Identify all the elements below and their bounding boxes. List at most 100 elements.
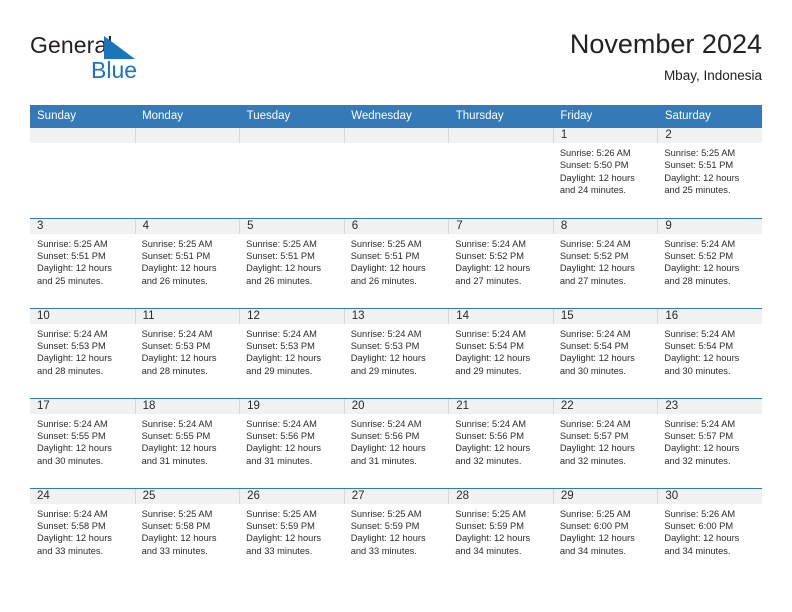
daylight-text-line2: and 28 minutes. — [141, 365, 208, 376]
day-number: 14 — [448, 308, 553, 324]
day-cell[interactable]: 19 Sunrise: 5:24 AM Sunset: 5:56 PM Dayligh… — [239, 397, 344, 488]
day-cell[interactable]: 3 Sunrise: 5:25 AM Sunset: 5:51 PM Daylight… — [30, 217, 135, 308]
sunrise-text: Sunrise: 5:25 AM — [141, 238, 213, 249]
sunset-text: Sunset: 5:51 PM — [141, 250, 211, 261]
day-cell[interactable]: 5 Sunrise: 5:25 AM Sunset: 5:51 PM Daylight… — [239, 217, 344, 308]
daylight-text-line2: and 26 minutes. — [246, 275, 313, 286]
day-details: Sunrise: 5:24 AM Sunset: 5:57 PM Daylight:… — [553, 414, 658, 468]
day-cell[interactable]: 11 Sunrise: 5:24 AM Sunset: 5:53 PM Dayligh… — [134, 307, 240, 398]
day-cell-empty — [343, 128, 449, 218]
day-number: 20 — [343, 398, 449, 414]
day-cell[interactable]: 10 Sunrise: 5:24 AM Sunset: 5:53 PM Dayligh… — [30, 307, 135, 398]
day-cell[interactable]: 18 Sunrise: 5:24 AM Sunset: 5:55 PM Dayligh… — [134, 397, 240, 488]
daylight-text-line2: and 34 minutes. — [455, 545, 522, 556]
day-number: 5 — [239, 218, 344, 234]
calendar-header-row: Sunday Monday Tuesday Wednesday Thursday… — [30, 105, 762, 128]
daylight-text-line2: and 33 minutes. — [246, 545, 313, 556]
sunset-text: Sunset: 5:53 PM — [141, 340, 211, 351]
weekday-header-tuesday: Tuesday — [239, 105, 345, 128]
daylight-text-line1: Daylight: 12 hours — [141, 533, 217, 544]
day-details: Sunrise: 5:25 AM Sunset: 5:51 PM Daylight:… — [657, 143, 762, 197]
day-details: Sunrise: 5:24 AM Sunset: 5:56 PM Daylight:… — [344, 414, 449, 468]
day-cell[interactable]: 28 Sunrise: 5:25 AM Sunset: 5:59 PM Dayligh… — [448, 487, 553, 578]
day-cell[interactable]: 8 Sunrise: 5:24 AM Sunset: 5:52 PM Daylight… — [552, 217, 658, 308]
sunrise-text: Sunrise: 5:24 AM — [664, 418, 736, 429]
day-number: 18 — [134, 398, 240, 414]
sunset-text: Sunset: 5:59 PM — [246, 520, 315, 531]
day-cell[interactable]: 27 Sunrise: 5:25 AM Sunset: 5:59 PM Dayligh… — [343, 487, 449, 578]
day-cell[interactable]: 7 Sunrise: 5:24 AM Sunset: 5:52 PM Daylight… — [448, 217, 553, 308]
day-cell[interactable]: 12 Sunrise: 5:24 AM Sunset: 5:53 PM Dayligh… — [239, 307, 344, 398]
daylight-text-line2: and 32 minutes. — [455, 455, 522, 466]
sunrise-text: Sunrise: 5:25 AM — [246, 508, 317, 519]
day-cell[interactable]: 4 Sunrise: 5:25 AM Sunset: 5:51 PM Daylight… — [134, 217, 240, 308]
day-cell[interactable]: 16 Sunrise: 5:24 AM Sunset: 5:54 PM Dayligh… — [657, 307, 762, 398]
day-cell[interactable]: 24 Sunrise: 5:24 AM Sunset: 5:58 PM Dayligh… — [30, 487, 135, 578]
daylight-text-line2: and 32 minutes. — [664, 455, 731, 466]
day-cell[interactable]: 13 Sunrise: 5:24 AM Sunset: 5:53 PM Dayligh… — [343, 307, 449, 398]
daylight-text-line2: and 34 minutes. — [664, 545, 731, 556]
day-cell[interactable]: 1 Sunrise: 5:26 AM Sunset: 5:50 PM Daylight… — [552, 128, 658, 218]
sunset-text: Sunset: 5:56 PM — [350, 430, 420, 441]
sunset-text: Sunset: 5:56 PM — [455, 430, 524, 441]
sunrise-text: Sunrise: 5:24 AM — [559, 238, 631, 249]
day-number: 26 — [239, 488, 344, 504]
sunrise-text: Sunrise: 5:24 AM — [350, 418, 422, 429]
sunrise-text: Sunrise: 5:25 AM — [664, 148, 736, 158]
sunset-text: Sunset: 5:52 PM — [455, 250, 524, 261]
day-cell[interactable]: 17 Sunrise: 5:24 AM Sunset: 5:55 PM Dayligh… — [30, 397, 135, 488]
daylight-text-line2: and 33 minutes. — [37, 545, 104, 556]
logo[interactable]: General Blue — [30, 32, 270, 90]
day-number — [448, 128, 553, 143]
day-number: 13 — [343, 308, 449, 324]
day-details: Sunrise: 5:25 AM Sunset: 5:51 PM Daylight:… — [344, 234, 449, 288]
day-cell[interactable]: 26 Sunrise: 5:25 AM Sunset: 5:59 PM Dayligh… — [239, 487, 344, 578]
page-title: November 2024 — [569, 29, 762, 59]
daylight-text-line1: Daylight: 12 hours — [246, 263, 322, 274]
day-cell[interactable]: 15 Sunrise: 5:24 AM Sunset: 5:54 PM Dayligh… — [552, 307, 658, 398]
sunset-text: Sunset: 5:56 PM — [246, 430, 315, 441]
sunset-text: Sunset: 5:59 PM — [350, 520, 420, 531]
day-details: Sunrise: 5:24 AM Sunset: 5:56 PM Daylight:… — [239, 414, 344, 468]
daylight-text-line1: Daylight: 12 hours — [559, 172, 635, 183]
daylight-text-line2: and 32 minutes. — [559, 455, 626, 466]
page-header: General Blue November 2024 Mbay, Indones… — [30, 28, 762, 96]
daylight-text-line2: and 27 minutes. — [559, 275, 626, 286]
day-cell[interactable]: 25 Sunrise: 5:25 AM Sunset: 5:58 PM Dayligh… — [134, 487, 240, 578]
day-cell-empty — [134, 128, 240, 218]
weekday-header-sunday: Sunday — [30, 105, 136, 128]
sunset-text: Sunset: 5:54 PM — [664, 340, 734, 351]
day-details: Sunrise: 5:24 AM Sunset: 5:58 PM Daylight:… — [30, 504, 135, 558]
day-cell[interactable]: 22 Sunrise: 5:24 AM Sunset: 5:57 PM Dayligh… — [552, 397, 658, 488]
day-cell[interactable]: 9 Sunrise: 5:24 AM Sunset: 5:52 PM Daylight… — [657, 217, 762, 308]
day-cell-empty — [239, 128, 344, 218]
sunrise-text: Sunrise: 5:25 AM — [37, 238, 108, 249]
day-details: Sunrise: 5:24 AM Sunset: 5:55 PM Daylight:… — [135, 414, 240, 468]
sunrise-text: Sunrise: 5:26 AM — [664, 508, 736, 519]
day-details: Sunrise: 5:25 AM Sunset: 5:59 PM Daylight:… — [448, 504, 553, 558]
daylight-text-line1: Daylight: 12 hours — [37, 443, 112, 454]
sunset-text: Sunset: 5:59 PM — [455, 520, 524, 531]
daylight-text-line2: and 24 minutes. — [559, 185, 626, 196]
day-cell[interactable]: 20 Sunrise: 5:24 AM Sunset: 5:56 PM Dayligh… — [343, 397, 449, 488]
day-number: 30 — [657, 488, 762, 504]
day-number: 11 — [134, 308, 240, 324]
sunset-text: Sunset: 5:52 PM — [559, 250, 629, 261]
day-cell[interactable]: 14 Sunrise: 5:24 AM Sunset: 5:54 PM Dayligh… — [448, 307, 553, 398]
day-cell[interactable]: 2 Sunrise: 5:25 AM Sunset: 5:51 PM Daylight… — [657, 128, 762, 218]
day-cell[interactable]: 29 Sunrise: 5:25 AM Sunset: 6:00 PM Dayligh… — [552, 487, 658, 578]
day-details: Sunrise: 5:24 AM Sunset: 5:53 PM Daylight:… — [239, 324, 344, 378]
day-cell[interactable]: 21 Sunrise: 5:24 AM Sunset: 5:56 PM Dayligh… — [448, 397, 553, 488]
day-cell[interactable]: 23 Sunrise: 5:24 AM Sunset: 5:57 PM Dayligh… — [657, 397, 762, 488]
day-details: Sunrise: 5:25 AM Sunset: 5:51 PM Daylight:… — [30, 234, 135, 288]
day-details: Sunrise: 5:24 AM Sunset: 5:54 PM Daylight:… — [657, 324, 762, 378]
day-number: 17 — [30, 398, 135, 414]
day-cell[interactable]: 6 Sunrise: 5:25 AM Sunset: 5:51 PM Daylight… — [343, 217, 449, 308]
sunrise-text: Sunrise: 5:24 AM — [246, 328, 317, 339]
day-number: 21 — [448, 398, 553, 414]
day-cell[interactable]: 30 Sunrise: 5:26 AM Sunset: 6:00 PM Dayligh… — [657, 487, 762, 578]
sunrise-text: Sunrise: 5:24 AM — [455, 328, 527, 339]
day-details: Sunrise: 5:25 AM Sunset: 5:51 PM Daylight:… — [239, 234, 344, 288]
daylight-text-line1: Daylight: 12 hours — [350, 443, 426, 454]
daylight-text-line2: and 31 minutes. — [141, 455, 208, 466]
